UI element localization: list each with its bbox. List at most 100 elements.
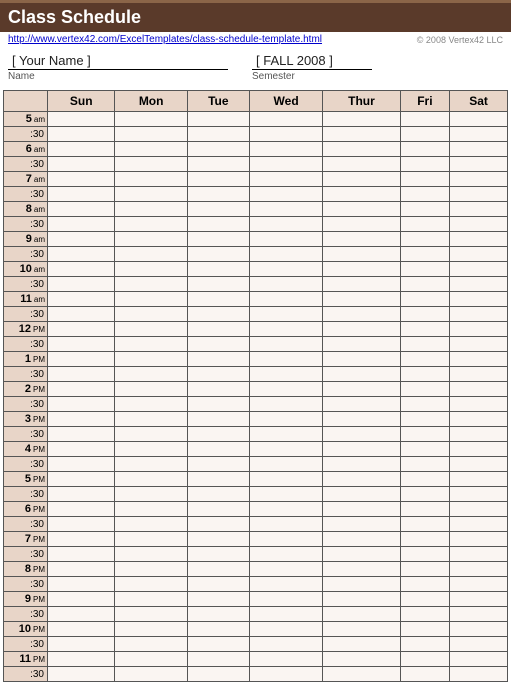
schedule-cell[interactable] <box>187 247 249 262</box>
schedule-cell[interactable] <box>48 562 115 577</box>
schedule-cell[interactable] <box>400 412 450 427</box>
schedule-cell[interactable] <box>450 412 508 427</box>
schedule-cell[interactable] <box>115 592 187 607</box>
schedule-cell[interactable] <box>48 127 115 142</box>
schedule-cell[interactable] <box>115 202 187 217</box>
schedule-cell[interactable] <box>400 142 450 157</box>
name-input[interactable]: [ Your Name ] <box>8 53 228 70</box>
schedule-cell[interactable] <box>323 637 400 652</box>
schedule-cell[interactable] <box>323 142 400 157</box>
schedule-cell[interactable] <box>187 592 249 607</box>
schedule-cell[interactable] <box>187 307 249 322</box>
schedule-cell[interactable] <box>450 667 508 682</box>
schedule-cell[interactable] <box>187 127 249 142</box>
schedule-cell[interactable] <box>400 442 450 457</box>
schedule-cell[interactable] <box>187 157 249 172</box>
schedule-cell[interactable] <box>249 202 322 217</box>
schedule-cell[interactable] <box>115 232 187 247</box>
schedule-cell[interactable] <box>323 412 400 427</box>
schedule-cell[interactable] <box>400 217 450 232</box>
schedule-cell[interactable] <box>48 202 115 217</box>
schedule-cell[interactable] <box>48 187 115 202</box>
schedule-cell[interactable] <box>115 247 187 262</box>
schedule-cell[interactable] <box>48 472 115 487</box>
schedule-cell[interactable] <box>115 637 187 652</box>
schedule-cell[interactable] <box>450 307 508 322</box>
schedule-cell[interactable] <box>187 382 249 397</box>
schedule-cell[interactable] <box>450 382 508 397</box>
schedule-cell[interactable] <box>187 112 249 127</box>
schedule-cell[interactable] <box>323 337 400 352</box>
schedule-cell[interactable] <box>187 232 249 247</box>
schedule-cell[interactable] <box>249 502 322 517</box>
schedule-cell[interactable] <box>400 562 450 577</box>
schedule-cell[interactable] <box>450 322 508 337</box>
schedule-cell[interactable] <box>115 577 187 592</box>
schedule-cell[interactable] <box>450 352 508 367</box>
semester-input[interactable]: [ FALL 2008 ] <box>252 53 372 70</box>
schedule-cell[interactable] <box>115 142 187 157</box>
schedule-cell[interactable] <box>48 172 115 187</box>
schedule-cell[interactable] <box>249 487 322 502</box>
schedule-cell[interactable] <box>115 427 187 442</box>
schedule-cell[interactable] <box>115 502 187 517</box>
schedule-cell[interactable] <box>249 637 322 652</box>
schedule-cell[interactable] <box>48 352 115 367</box>
schedule-cell[interactable] <box>115 367 187 382</box>
schedule-cell[interactable] <box>187 262 249 277</box>
schedule-cell[interactable] <box>115 667 187 682</box>
schedule-cell[interactable] <box>400 577 450 592</box>
schedule-cell[interactable] <box>48 322 115 337</box>
schedule-cell[interactable] <box>323 217 400 232</box>
schedule-cell[interactable] <box>48 277 115 292</box>
schedule-cell[interactable] <box>400 457 450 472</box>
schedule-cell[interactable] <box>48 112 115 127</box>
schedule-cell[interactable] <box>249 367 322 382</box>
schedule-cell[interactable] <box>48 142 115 157</box>
schedule-cell[interactable] <box>249 292 322 307</box>
schedule-cell[interactable] <box>450 517 508 532</box>
schedule-cell[interactable] <box>115 652 187 667</box>
schedule-cell[interactable] <box>187 367 249 382</box>
schedule-cell[interactable] <box>450 232 508 247</box>
schedule-cell[interactable] <box>400 592 450 607</box>
schedule-cell[interactable] <box>400 232 450 247</box>
schedule-cell[interactable] <box>323 442 400 457</box>
schedule-cell[interactable] <box>249 262 322 277</box>
schedule-cell[interactable] <box>400 397 450 412</box>
schedule-cell[interactable] <box>450 277 508 292</box>
schedule-cell[interactable] <box>115 547 187 562</box>
schedule-cell[interactable] <box>400 472 450 487</box>
schedule-cell[interactable] <box>48 217 115 232</box>
schedule-cell[interactable] <box>400 172 450 187</box>
schedule-cell[interactable] <box>249 307 322 322</box>
source-link[interactable]: http://www.vertex42.com/ExcelTemplates/c… <box>8 34 322 45</box>
schedule-cell[interactable] <box>450 577 508 592</box>
schedule-cell[interactable] <box>115 337 187 352</box>
schedule-cell[interactable] <box>323 157 400 172</box>
schedule-cell[interactable] <box>48 157 115 172</box>
schedule-cell[interactable] <box>48 292 115 307</box>
schedule-cell[interactable] <box>249 397 322 412</box>
schedule-cell[interactable] <box>450 337 508 352</box>
schedule-cell[interactable] <box>187 442 249 457</box>
schedule-cell[interactable] <box>115 352 187 367</box>
schedule-cell[interactable] <box>323 127 400 142</box>
schedule-cell[interactable] <box>48 577 115 592</box>
schedule-cell[interactable] <box>48 622 115 637</box>
schedule-cell[interactable] <box>400 502 450 517</box>
schedule-cell[interactable] <box>249 247 322 262</box>
schedule-cell[interactable] <box>450 637 508 652</box>
schedule-cell[interactable] <box>115 217 187 232</box>
schedule-cell[interactable] <box>450 532 508 547</box>
schedule-cell[interactable] <box>115 187 187 202</box>
schedule-cell[interactable] <box>187 352 249 367</box>
schedule-cell[interactable] <box>249 277 322 292</box>
schedule-cell[interactable] <box>400 157 450 172</box>
schedule-cell[interactable] <box>400 262 450 277</box>
schedule-cell[interactable] <box>450 502 508 517</box>
schedule-cell[interactable] <box>400 622 450 637</box>
schedule-cell[interactable] <box>115 472 187 487</box>
schedule-cell[interactable] <box>400 547 450 562</box>
schedule-cell[interactable] <box>400 382 450 397</box>
